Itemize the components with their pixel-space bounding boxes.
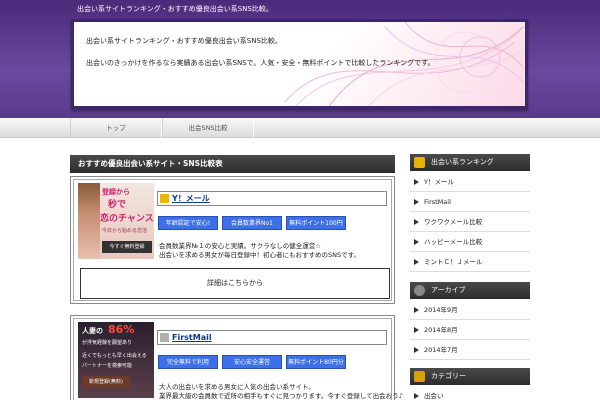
sidebar-archive-title: アーカイブ [431, 286, 466, 294]
banner-caption-1: 登録から [102, 188, 130, 196]
sidebar-item-label: Y！メール [424, 178, 454, 186]
crown-icon [160, 194, 169, 203]
tag-button-1[interactable]: 年齢認証で安心! [158, 216, 218, 230]
site-name-link[interactable]: FirstMail [172, 333, 212, 342]
ymail-banner-image[interactable]: 登録から 秒で 恋のチャンス 今日から始める恋活 今すぐ無料登録 [78, 183, 154, 259]
rank-icon [160, 333, 169, 342]
sidebar-item-ranking-5[interactable]: ミントＣ！Ｊメール [410, 252, 530, 272]
arrow-right-icon [414, 327, 419, 333]
nav-tab-home[interactable]: トップ [70, 118, 162, 138]
banner-caption-5: パートナーを検索可能 [82, 363, 133, 369]
arrow-right-icon [414, 259, 419, 265]
sidebar-item-label: 2014年7月 [424, 346, 458, 354]
sidebar-item-label: ミントＣ！Ｊメール [424, 258, 483, 266]
sidebar-ranking-heading: 出会い系ランキング [410, 154, 530, 171]
header-band: 出会い系サイトランキング・おすすめ優良出会い系SNS比較。 出会い系サイトランキ… [0, 0, 600, 118]
sidebar-item-archive-3[interactable]: 2014年7月 [410, 340, 530, 360]
site-name-link[interactable]: Y！メール [172, 194, 210, 203]
sidebar-item-ranking-3[interactable]: ワクワクメール比較 [410, 212, 530, 232]
sidebar-item-archive-2[interactable]: 2014年8月 [410, 320, 530, 340]
arrow-right-icon [414, 307, 419, 313]
tag-button-2[interactable]: 会員数業界No1 [222, 216, 282, 230]
arrow-right-icon [414, 239, 419, 245]
sidebar-item-label: 2014年8月 [424, 326, 458, 334]
banner-caption-1: 人妻の [82, 327, 103, 335]
banner-register-button[interactable]: 新規登録(無料) [82, 376, 130, 388]
site-name-header: FirstMail [157, 330, 387, 345]
banner-person-graphic [78, 183, 100, 259]
detail-link-box[interactable]: 詳細はこちらから [80, 268, 390, 299]
gear-icon [414, 285, 425, 296]
site-entry-ymail: 登録から 秒で 恋のチャンス 今日から始める恋活 今すぐ無料登録 Y！メール 年… [70, 176, 395, 304]
firstmail-banner-image[interactable]: 人妻の 86% が浮気経験を願望あり 近くでもっとも早く出会える パートナーを検… [78, 322, 154, 398]
sidebar-category-heading: カテゴリー [410, 368, 530, 385]
site-tagline: 出会い系サイトランキング・おすすめ優良出会い系SNS比較。 [77, 5, 273, 13]
tag-button-1[interactable]: 完全無料で利用 [158, 355, 218, 369]
sidebar-item-ranking-4[interactable]: ハッピーメール比較 [410, 232, 530, 252]
sidebar-item-label: 2014年9月 [424, 306, 458, 314]
sidebar-item-label: FirstMail [424, 198, 451, 206]
arrow-right-icon [414, 179, 419, 185]
entry-frame: 人妻の 86% が浮気経験を願望あり 近くでもっとも早く出会える パートナーを検… [73, 318, 403, 400]
banner-caption-3: 恋のチャンス [100, 214, 154, 224]
entry-description-1: 大人の出会いを求める男女に人気の出会い系サイト。 [159, 383, 315, 391]
banner-register-button[interactable]: 今すぐ無料登録 [102, 241, 152, 253]
site-name-header: Y！メール [157, 191, 387, 206]
main-section-title: おすすめ優良出会い系サイト・SNS比較表 [70, 155, 395, 173]
sidebar-item-ranking-1[interactable]: Y！メール [410, 172, 530, 192]
hero-banner[interactable]: 出会い系サイトランキング・おすすめ優良出会い系SNS比較。 出会いのきっかけを作… [71, 19, 528, 109]
banner-caption-4: 今日から始める恋活 [102, 228, 148, 234]
banner-caption-4: 近くでもっとも早く出会える [82, 353, 147, 359]
arrow-right-icon [414, 219, 419, 225]
site-entry-firstmail: 人妻の 86% が浮気経験を願望あり 近くでもっとも早く出会える パートナーを検… [70, 315, 403, 400]
banner-caption-2: 秒で [108, 200, 127, 210]
hero-title: 出会い系サイトランキング・おすすめ優良出会い系SNS比較。 [86, 37, 282, 45]
nav-tab-sns-compare[interactable]: 出会SNS比較 [162, 118, 254, 138]
entry-frame: 登録から 秒で 恋のチャンス 今日から始める恋活 今すぐ無料登録 Y！メール 年… [73, 179, 392, 301]
sidebar-item-ranking-2[interactable]: FirstMail [410, 192, 530, 212]
sidebar-item-archive-1[interactable]: 2014年9月 [410, 300, 530, 320]
tag-button-2[interactable]: 安心安全運営 [222, 355, 282, 369]
banner-caption-2: 86% [108, 323, 135, 336]
nav-bar: トップ 出会SNS比較 [0, 118, 600, 138]
banner-caption-3: が浮気経験を願望あり [82, 340, 133, 346]
sidebar-item-label: ハッピーメール比較 [424, 238, 483, 246]
arrow-right-icon [414, 393, 419, 399]
arrow-right-icon [414, 199, 419, 205]
sidebar-category-title: カテゴリー [431, 372, 466, 380]
arrow-right-icon [414, 347, 419, 353]
sidebar-item-category-1[interactable]: 出会い [410, 386, 530, 400]
hero-description: 出会いのきっかけを作るなら実績ある出会い系SNSで。人気・安全・無料ポイントで比… [86, 59, 435, 67]
tag-button-3[interactable]: 無料ポイント80円分 [286, 355, 346, 369]
entry-description-2: 出会いを求める男女が毎日登録中！初心者にもおすすめのSNSです。 [159, 251, 360, 259]
sidebar-item-label: 出会い [424, 392, 444, 400]
folder-icon [414, 371, 425, 382]
arrow-up-icon [414, 157, 425, 168]
sidebar-item-label: ワクワクメール比較 [424, 218, 483, 226]
sidebar-ranking-title: 出会い系ランキング [431, 158, 494, 166]
entry-description-1: 会員数業界№１の安心と実績。サクラなしの健全運営☆ [159, 242, 322, 250]
sidebar-archive-heading: アーカイブ [410, 282, 530, 299]
entry-description-2: 業界最大級の会員数で近所の相手もすぐに見つかります。今すぐ登録して出会おう♪ [159, 392, 403, 400]
tag-button-3[interactable]: 無料ポイント100円分 [286, 216, 346, 241]
